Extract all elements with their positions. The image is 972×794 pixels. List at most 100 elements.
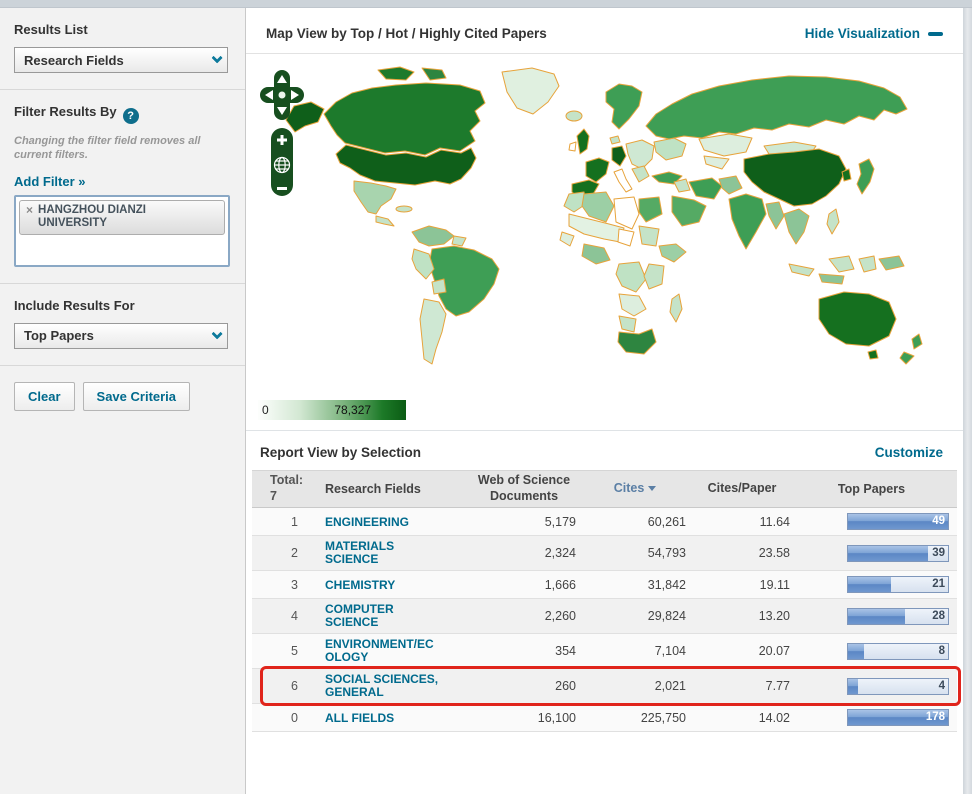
filter-tag[interactable]: × HANGZHOU DIANZI UNIVERSITY (19, 200, 225, 235)
top-papers-value: 178 (926, 711, 945, 723)
window-top-strip (0, 0, 972, 8)
world-map[interactable] (274, 62, 934, 374)
help-icon[interactable]: ? (123, 108, 139, 124)
cites-per-paper-value: 14.02 (690, 711, 794, 725)
wos-docs-value: 1,666 (468, 578, 580, 592)
include-results-selected-value: Top Papers (24, 328, 94, 343)
row-rank: 6 (252, 679, 308, 693)
top-papers-bar: 28 (847, 608, 949, 625)
research-field-link[interactable]: COMPUTER SCIENCE (325, 603, 439, 629)
row-rank: 5 (252, 644, 308, 658)
cites-value: 7,104 (580, 644, 690, 658)
filter-heading-label: Filter Results By (14, 104, 117, 119)
top-papers-bar: 39 (847, 545, 949, 562)
row-rank: 3 (252, 578, 308, 592)
zoom-out-icon[interactable] (277, 187, 287, 190)
legend-max-value: 78,327 (334, 403, 371, 417)
actions-section: Clear Save Criteria (0, 366, 245, 427)
row-rank: 4 (252, 609, 308, 623)
research-field-link[interactable]: MATERIALS SCIENCE (325, 540, 439, 566)
research-field-link[interactable]: ENVIRONMENT/ECOLOGY (325, 638, 439, 664)
wos-docs-value: 260 (468, 679, 580, 693)
map-region-africa[interactable] (560, 192, 686, 354)
column-header-total: Total: 7 (252, 473, 308, 504)
results-list-selected-value: Research Fields (24, 53, 124, 68)
results-list-dropdown[interactable]: Research Fields (14, 47, 228, 73)
research-field-link[interactable]: SOCIAL SCIENCES, GENERAL (325, 673, 439, 699)
vertical-scrollbar[interactable] (962, 8, 972, 794)
column-header-cites-per-paper[interactable]: Cites/Paper (690, 481, 794, 497)
top-papers-value: 8 (939, 645, 945, 657)
research-field-link[interactable]: ALL FIELDS (325, 712, 439, 725)
collapse-minus-icon (928, 32, 943, 36)
cites-per-paper-value: 7.77 (690, 679, 794, 693)
table-row: 2 MATERIALS SCIENCE 2,324 54,793 23.58 3… (252, 536, 957, 571)
map-region-north-america[interactable] (286, 67, 582, 226)
clear-button[interactable]: Clear (14, 382, 75, 411)
table-row: 4 COMPUTER SCIENCE 2,260 29,824 13.20 28 (252, 599, 957, 634)
top-papers-bar: 4 (847, 678, 949, 695)
column-header-research-fields[interactable]: Research Fields (308, 482, 468, 496)
map-region-south-america[interactable] (412, 226, 499, 364)
top-papers-value: 49 (932, 515, 945, 527)
top-papers-bar: 49 (847, 513, 949, 530)
column-header-wos-documents[interactable]: Web of Science Documents (468, 473, 580, 504)
customize-link[interactable]: Customize (875, 445, 943, 460)
cites-value: 31,842 (580, 578, 690, 592)
column-header-top-papers[interactable]: Top Papers (794, 482, 957, 496)
map-region-oceania[interactable] (819, 292, 922, 364)
wos-docs-value: 16,100 (468, 711, 580, 725)
top-papers-bar: 21 (847, 576, 949, 593)
total-label: Total: (270, 473, 303, 487)
active-filters-box: × HANGZHOU DIANZI UNIVERSITY (14, 195, 230, 267)
research-field-link[interactable]: ENGINEERING (325, 516, 439, 529)
results-list-section: Results List Research Fields (0, 8, 245, 90)
report-view-title: Report View by Selection (260, 445, 421, 460)
top-papers-value: 4 (939, 680, 945, 692)
wos-docs-value: 5,179 (468, 515, 580, 529)
top-papers-value: 21 (932, 578, 945, 590)
cites-per-paper-value: 23.58 (690, 546, 794, 560)
filter-section: Filter Results By? Changing the filter f… (0, 90, 245, 284)
results-list-heading: Results List (14, 22, 231, 37)
wos-docs-value: 354 (468, 644, 580, 658)
chevron-down-icon (211, 52, 222, 63)
include-results-section: Include Results For Top Papers (0, 284, 245, 366)
legend-min-value: 0 (262, 403, 269, 417)
row-rank: 0 (252, 711, 308, 725)
table-row: 3 CHEMISTRY 1,666 31,842 19.11 21 (252, 571, 957, 599)
hide-visualization-label: Hide Visualization (805, 26, 920, 41)
wos-docs-value: 2,260 (468, 609, 580, 623)
wos-docs-value: 2,324 (468, 546, 580, 560)
row-rank: 2 (252, 546, 308, 560)
top-papers-value: 39 (932, 547, 945, 559)
remove-filter-icon[interactable]: × (26, 204, 33, 217)
save-criteria-button[interactable]: Save Criteria (83, 382, 191, 411)
research-field-link[interactable]: CHEMISTRY (325, 579, 439, 592)
sort-desc-icon (648, 486, 656, 491)
include-results-dropdown[interactable]: Top Papers (14, 323, 228, 349)
map-controls[interactable] (260, 70, 306, 202)
filter-tag-label: HANGZHOU DIANZI UNIVERSITY (38, 204, 218, 230)
esi-results-page: Results List Research Fields Filter Resu… (0, 0, 972, 794)
include-results-heading: Include Results For (14, 298, 231, 313)
cites-value: 225,750 (580, 711, 690, 725)
cites-per-paper-value: 20.07 (690, 644, 794, 658)
add-filter-link[interactable]: Add Filter » (14, 174, 86, 189)
cites-per-paper-value: 13.20 (690, 609, 794, 623)
world-map-area: 0 78,327 (246, 53, 963, 431)
table-row-all-fields: 0 ALL FIELDS 16,100 225,750 14.02 178 (252, 704, 957, 732)
filter-note: Changing the filter field removes all cu… (14, 134, 231, 163)
top-papers-bar: 8 (847, 643, 949, 660)
cites-value: 54,793 (580, 546, 690, 560)
table-row-highlighted: 6 SOCIAL SCIENCES, GENERAL 260 2,021 7.7… (252, 669, 957, 704)
column-header-cites-sorted[interactable]: Cites (580, 481, 690, 497)
table-row: 5 ENVIRONMENT/ECOLOGY 354 7,104 20.07 8 (252, 634, 957, 669)
table-header-row: Total: 7 Research Fields Web of Science … (252, 470, 957, 508)
main-panel: Map View by Top / Hot / Highly Cited Pap… (246, 8, 963, 794)
hide-visualization-link[interactable]: Hide Visualization (805, 26, 943, 41)
row-rank: 1 (252, 515, 308, 529)
cites-value: 2,021 (580, 679, 690, 693)
top-papers-value: 28 (932, 610, 945, 622)
table-row: 1 ENGINEERING 5,179 60,261 11.64 49 (252, 508, 957, 536)
